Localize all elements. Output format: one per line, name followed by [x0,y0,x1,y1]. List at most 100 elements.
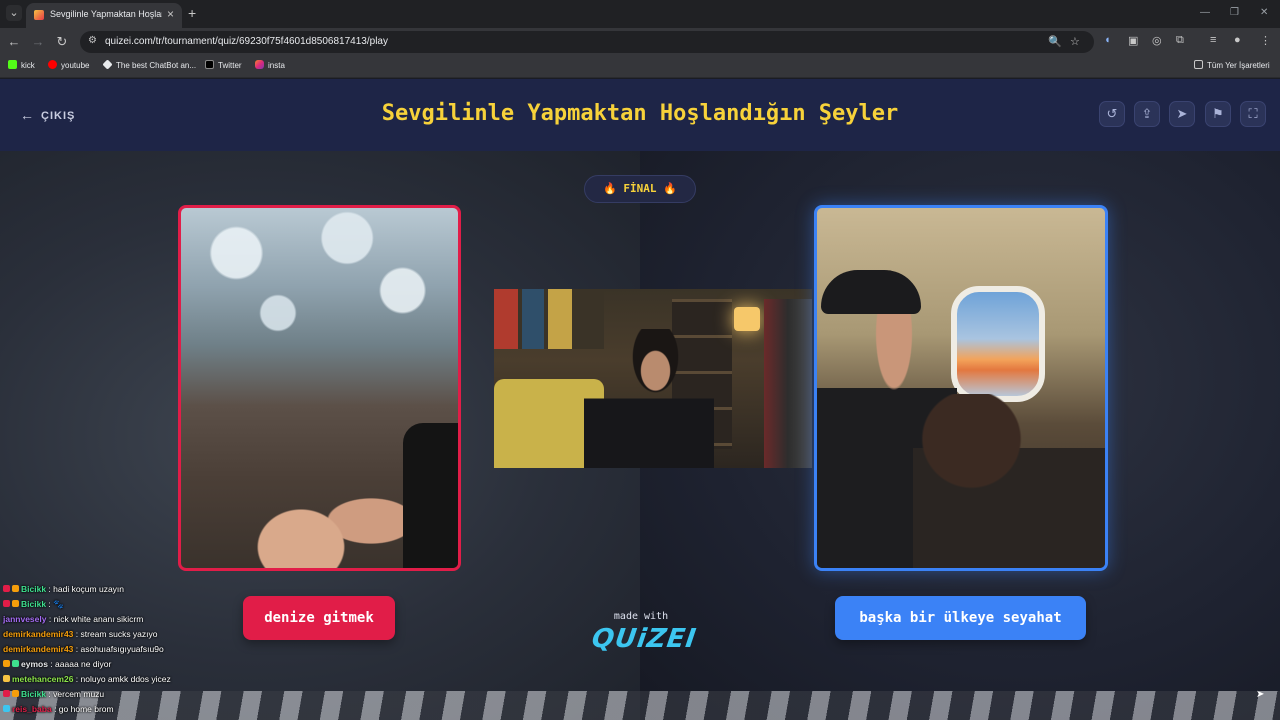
chat-username: Bicikk [21,689,47,699]
menu-kebab-icon[interactable]: ⋮ [1260,34,1271,47]
feet-in-water [221,443,421,568]
extensions-puzzle-icon[interactable]: ⧉ [1176,34,1184,47]
bookmark-item[interactable]: insta [255,60,285,70]
chat-text: : hadi koçum uzayın [48,584,125,594]
share-button[interactable]: ⇪ [1134,101,1160,127]
undo-button[interactable]: ↺ [1099,101,1125,127]
forward-icon[interactable]: → [30,34,46,50]
extension-icon[interactable]: ◖ [1104,34,1111,46]
site-info-icon[interactable]: ⚙ [88,35,97,46]
extension-icon[interactable]: ◎ [1152,34,1162,47]
flag-icon: ⚑ [1212,106,1224,121]
youtube-icon [48,60,57,69]
chat-text: : aaaaa ne diyor [50,659,112,669]
bookmark-item[interactable]: The best ChatBot an... [102,59,196,70]
choice-button-right[interactable]: başka bir ülkeye seyahat [835,596,1086,640]
tab-close-icon[interactable]: × [167,7,174,21]
streamer [584,329,714,468]
chat-text: : stream sucks yazıyo [75,629,158,639]
round-badge: 🔥 FİNAL 🔥 [584,175,696,203]
all-bookmarks-folder[interactable]: Tüm Yer İşaretleri [1194,60,1270,70]
zoom-icon[interactable]: 🔍 [1048,35,1062,48]
choice-image-left[interactable] [178,205,461,571]
chat-username: eymos [21,659,48,669]
chat-message: Bicikk : hadi koçum uzayın [3,584,243,599]
choice-button-left[interactable]: denize gitmek [243,596,395,640]
chat-username: Bicikk [21,584,47,594]
browser-tab-bar: ⌄ Sevgilinle Yapmaktan Hoşlandığ × + — ❐… [0,0,1280,28]
new-tab-button[interactable]: + [188,5,196,21]
streamer-webcam [494,289,812,468]
close-window-icon[interactable]: ✕ [1260,7,1268,18]
made-with-label: made with [613,611,669,622]
reload-icon[interactable]: ↻ [54,34,70,50]
bookmark-star-icon[interactable]: ☆ [1070,35,1080,48]
quiz-header: ← ÇIKIŞ Sevgilinle Yapmaktan Hoşlandığın … [0,79,1280,151]
chat-username: Bicikk [21,599,47,609]
chat-username: reis_baba [12,704,52,714]
chat-message: eymos : aaaaa ne diyor [3,659,243,674]
twitter-x-icon [205,60,214,69]
chat-message: reis_baba : go home brom [3,704,243,719]
sleeve [403,423,458,568]
badge-icon [3,705,10,712]
chat-message: Bicikk : 🐾 [3,599,243,614]
send-button[interactable]: ➤ [1169,101,1195,127]
extension-icon[interactable]: ▣ [1128,34,1138,47]
browser-tab[interactable]: Sevgilinle Yapmaktan Hoşlandığ × [26,3,182,28]
clothes-rack [764,299,812,468]
choice-image-right[interactable] [814,205,1108,571]
fullscreen-button[interactable]: ⛶ [1240,101,1266,127]
chat-text: : nick white ananı sikicrm [48,614,144,624]
person-resting [913,394,1105,568]
sea-foam [181,208,458,358]
airplane-window [951,286,1045,402]
bookmark-item[interactable]: kick [8,60,35,70]
badge-icon [3,690,10,697]
chat-username: jannvesely [3,614,47,624]
badge-icon [3,600,10,607]
bookmark-item[interactable]: youtube [48,60,89,70]
profile-avatar-icon[interactable]: ● [1234,34,1241,46]
share-icon: ⇪ [1141,106,1153,121]
fullscreen-icon: ⛶ [1248,106,1258,121]
mouse-cursor-icon: ➤ [1256,689,1265,700]
chat-message: metehancem26 : noluyo amkk ddos yicez [3,674,243,689]
badge-icon [12,690,19,697]
stream-chat-overlay: Bicikk : hadi koçum uzayın Bicikk : 🐾 ja… [3,584,243,719]
badge-icon [12,600,19,607]
report-button[interactable]: ⚑ [1205,101,1231,127]
back-icon[interactable]: ← [6,34,22,50]
url-field[interactable]: ⚙ quizei.com/tr/tournament/quiz/69230f75… [80,31,1094,53]
chat-message: demirkandemir43 : asohuıafsıgıyuafsıu9o [3,644,243,659]
send-icon: ➤ [1176,106,1188,121]
badge-icon [3,660,10,667]
chat-text: : noluyo amkk ddos yicez [75,674,171,684]
bookmark-item[interactable]: Twitter [205,60,242,70]
instagram-icon [255,60,264,69]
badge-icon [3,675,10,682]
restore-icon[interactable]: ❐ [1230,7,1239,18]
kick-icon [8,60,17,69]
chat-username: metehancem26 [12,674,74,684]
minimize-icon[interactable]: — [1200,7,1210,18]
chat-text: : asohuıafsıgıyuafsıu9o [75,644,164,654]
chat-text: : 🐾 [48,599,64,609]
undo-icon: ↺ [1106,106,1118,121]
chat-text: : vercem muzu [48,689,105,699]
chatbot-icon [102,59,113,70]
chat-username: demirkandemir43 [3,629,74,639]
chat-message: jannvesely : nick white ananı sikicrm [3,614,243,629]
cap [821,270,921,314]
bookmarks-bar: kick youtube The best ChatBot an... Twit… [0,56,1280,78]
badge-icon [12,585,19,592]
chat-message: demirkandemir43 : stream sucks yazıyo [3,629,243,644]
tab-search-icon[interactable]: ⌄ [6,5,22,21]
chat-message: Bicikk : vercem muzu [3,689,243,704]
media-control-icon[interactable]: ≡ [1210,34,1216,46]
quizei-logo[interactable]: QUiZEI [590,624,699,654]
url-text: quizei.com/tr/tournament/quiz/69230f75f4… [105,36,388,47]
lamp [734,307,760,331]
badge-icon [3,585,10,592]
folder-icon [1194,60,1203,69]
